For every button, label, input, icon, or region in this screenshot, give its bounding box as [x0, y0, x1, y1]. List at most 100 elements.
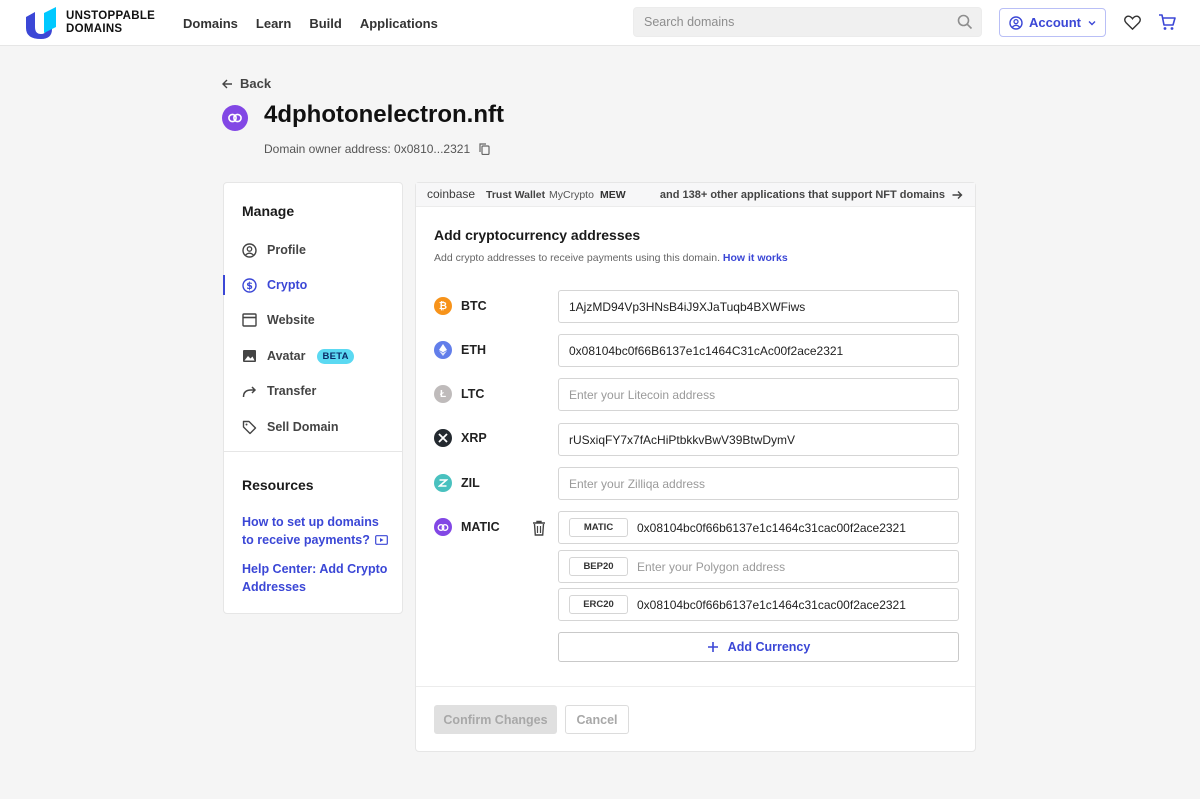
plus-icon — [707, 642, 718, 652]
trash-icon[interactable] — [532, 520, 546, 536]
account-button[interactable]: Account — [999, 8, 1106, 37]
nav-domains[interactable]: Domains — [183, 16, 238, 31]
coin-symbol: ETH — [461, 343, 486, 357]
search-icon[interactable] — [957, 14, 973, 30]
top-navigation-bar: UNSTOPPABLE DOMAINS Domains Learn Build … — [0, 0, 1200, 46]
supported-apps-strip: coinbase Trust Wallet MyCrypto MEW and 1… — [416, 183, 975, 207]
coin-symbol: LTC — [461, 387, 485, 401]
sidebar: Manage Profile $ Crypto Website Avatar B… — [223, 182, 403, 614]
resources-heading: Resources — [242, 477, 314, 493]
coin-symbol: BTC — [461, 299, 487, 313]
resource-link-setup-payments[interactable]: How to set up domains to receive payment… — [242, 513, 392, 549]
app-trust-wallet: Trust Wallet — [486, 189, 546, 201]
bep20-address-field: BEP20 — [558, 550, 959, 583]
page-title: 4dphotonelectron.nft — [264, 101, 504, 128]
token-version-tag: BEP20 — [569, 557, 628, 576]
bitcoin-icon: ₿ — [434, 297, 452, 315]
dollar-circle-icon: $ — [242, 277, 257, 293]
coin-symbol: MATIC — [461, 520, 500, 534]
coin-row-zil: ZIL — [434, 474, 480, 492]
sidebar-item-transfer[interactable]: Transfer — [224, 378, 402, 404]
litecoin-icon: Ł — [434, 385, 452, 403]
sidebar-item-website[interactable]: Website — [224, 307, 402, 333]
sidebar-item-sell-domain[interactable]: Sell Domain — [224, 414, 402, 440]
polygon-domain-icon — [222, 105, 248, 131]
sidebar-item-avatar[interactable]: Avatar BETA — [224, 343, 402, 369]
btc-address-field — [558, 290, 959, 323]
section-subtitle: Add crypto addresses to receive payments… — [434, 252, 788, 264]
unstoppable-logo-icon[interactable] — [24, 7, 58, 39]
account-label: Account — [1029, 15, 1081, 30]
search-box — [633, 7, 982, 37]
video-icon — [375, 535, 389, 545]
polygon-icon — [434, 518, 452, 536]
back-label: Back — [240, 76, 272, 91]
resource-link-help-center[interactable]: Help Center: Add Crypto Addresses — [242, 560, 392, 596]
sidebar-item-label: Website — [267, 313, 315, 327]
sidebar-item-label: Sell Domain — [267, 420, 339, 434]
section-title: Add cryptocurrency addresses — [434, 227, 641, 243]
search-input[interactable] — [634, 8, 981, 36]
manage-heading: Manage — [242, 203, 295, 219]
owner-address: Domain owner address: 0x0810...2321 — [264, 142, 490, 156]
xrp-icon — [434, 429, 452, 447]
coin-row-eth: ETH — [434, 341, 486, 359]
coin-symbol: ZIL — [461, 476, 480, 490]
copy-icon[interactable] — [479, 143, 490, 155]
app-coinbase: coinbase — [427, 187, 476, 201]
cancel-button[interactable]: Cancel — [565, 705, 629, 734]
how-it-works-link[interactable]: How it works — [723, 252, 788, 264]
heart-icon[interactable] — [1124, 14, 1141, 31]
ltc-address-input[interactable] — [559, 379, 958, 410]
app-mew: MEW — [600, 189, 626, 201]
sidebar-item-label: Avatar — [267, 349, 306, 363]
eth-address-field — [558, 334, 959, 367]
beta-badge: BETA — [317, 348, 354, 364]
xrp-address-field — [558, 423, 959, 456]
token-version-tag: MATIC — [569, 518, 628, 537]
coin-row-ltc: Ł LTC — [434, 385, 484, 403]
btc-address-input[interactable] — [559, 291, 958, 322]
logo-wordmark[interactable]: UNSTOPPABLE DOMAINS — [66, 10, 155, 36]
user-circle-icon — [1009, 15, 1023, 30]
tag-icon — [242, 420, 257, 434]
more-apps-link[interactable]: and 138+ other applications that support… — [660, 189, 963, 201]
coin-row-xrp: XRP — [434, 429, 487, 447]
cart-icon[interactable] — [1158, 13, 1176, 31]
card-divider — [416, 686, 975, 687]
coin-symbol: XRP — [461, 431, 487, 445]
sidebar-item-label: Crypto — [267, 278, 308, 292]
nav-learn[interactable]: Learn — [256, 16, 291, 31]
matic-address-field: MATIC — [558, 511, 959, 544]
sidebar-item-profile[interactable]: Profile — [224, 237, 402, 263]
nav-build[interactable]: Build — [309, 16, 342, 31]
coin-row-btc: ₿ BTC — [434, 297, 487, 315]
eth-address-input[interactable] — [559, 335, 958, 366]
resource-link-label: How to set up domains to receive payment… — [242, 515, 379, 547]
crypto-addresses-card: coinbase Trust Wallet MyCrypto MEW and 1… — [415, 182, 976, 752]
app-mycrypto: MyCrypto — [549, 189, 594, 201]
zil-address-field — [558, 467, 959, 500]
share-arrow-icon — [242, 385, 257, 397]
ethereum-icon — [434, 341, 452, 359]
chevron-down-icon — [1088, 20, 1096, 25]
confirm-changes-button[interactable]: Confirm Changes — [434, 705, 557, 734]
nav-applications[interactable]: Applications — [360, 16, 438, 31]
coin-row-matic: MATIC — [434, 518, 500, 536]
back-link[interactable]: Back — [221, 76, 271, 91]
token-version-tag: ERC20 — [569, 595, 628, 614]
sidebar-item-label: Transfer — [267, 384, 317, 398]
sidebar-divider — [224, 451, 402, 452]
ltc-address-field — [558, 378, 959, 411]
xrp-address-input[interactable] — [559, 424, 958, 455]
image-icon — [243, 350, 256, 362]
user-circle-icon — [242, 242, 257, 258]
sidebar-item-crypto[interactable]: $ Crypto — [223, 272, 402, 298]
owner-address-text: Domain owner address: 0x0810...2321 — [264, 142, 471, 156]
more-apps-label: and 138+ other applications that support… — [659, 189, 945, 201]
browser-window-icon — [242, 313, 257, 327]
zilliqa-icon — [434, 474, 452, 492]
svg-text:$: $ — [246, 281, 253, 292]
add-currency-button[interactable]: Add Currency — [558, 632, 959, 662]
zil-address-input[interactable] — [559, 468, 958, 499]
